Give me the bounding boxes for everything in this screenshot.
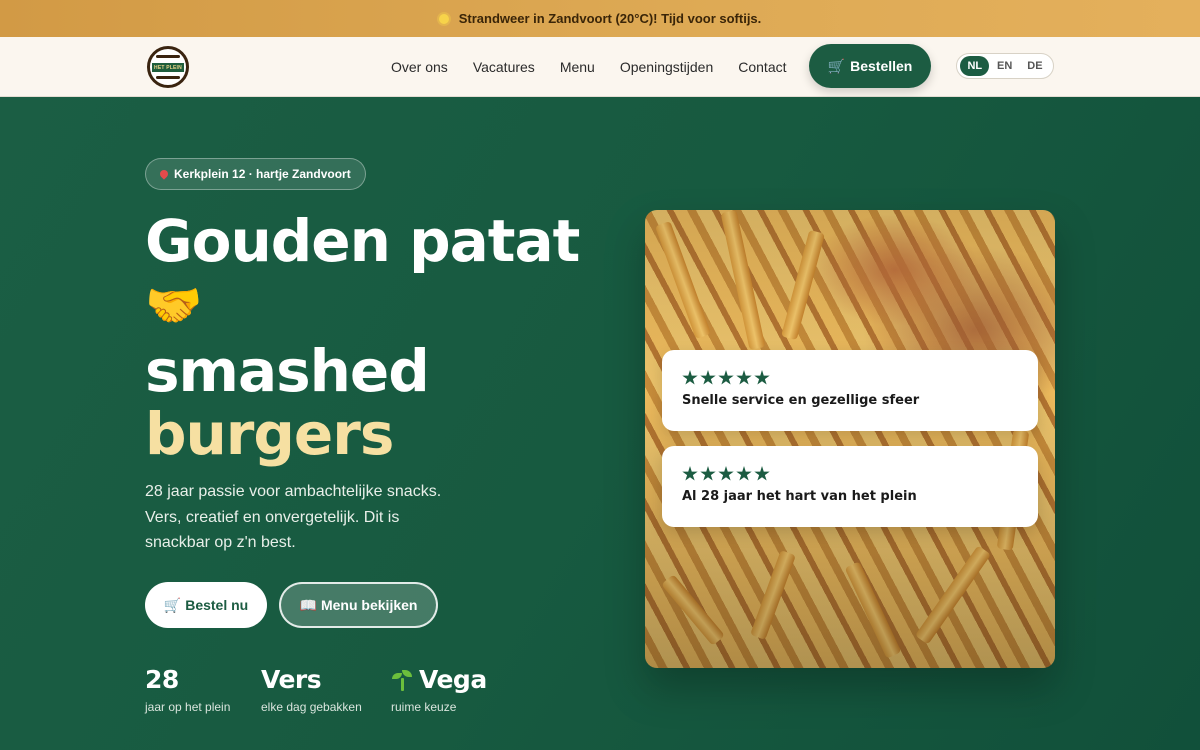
rating-stars — [682, 370, 1038, 386]
star-icon — [718, 370, 734, 385]
headline-line-3: burgers — [145, 400, 394, 468]
star-icon — [754, 466, 770, 481]
stat-value: 28 — [145, 665, 179, 694]
book-icon: 📖 — [299, 596, 317, 613]
star-icon — [682, 370, 698, 385]
star-icon — [700, 466, 716, 481]
nav-link-openingstijden[interactable]: Openingstijden — [620, 59, 713, 75]
stat-value-row: Vega — [391, 665, 487, 694]
hero-section: Kerkplein 12 · hartje Zandvoort Gouden p… — [0, 97, 1200, 750]
location-badge: Kerkplein 12 · hartje Zandvoort — [145, 158, 366, 190]
location-text: Kerkplein 12 · hartje Zandvoort — [174, 167, 351, 181]
review-text: Al 28 jaar het hart van het plein — [682, 489, 917, 504]
nav-link-contact[interactable]: Contact — [738, 59, 786, 75]
announcement-bar: Strandweer in Zandvoort (20°C)! Tijd voo… — [0, 0, 1200, 37]
headline-line-2: smashed — [145, 337, 430, 405]
announcement-text: Strandweer in Zandvoort (20°C)! Tijd voo… — [458, 11, 762, 26]
star-icon — [700, 370, 716, 385]
stat-caption: ruime keuze — [391, 700, 457, 714]
top-navigation: HET PLEIN Over ons Vacatures Menu Openin… — [0, 37, 1200, 97]
view-menu-label: Menu bekijken — [320, 597, 418, 613]
logo-banner: HET PLEIN — [152, 63, 184, 72]
star-icon — [682, 466, 698, 481]
stat-value: Vega — [419, 665, 487, 694]
logo-arc-bottom — [156, 76, 180, 79]
stat-caption: jaar op het plein — [145, 700, 231, 714]
logo[interactable]: HET PLEIN — [147, 46, 189, 88]
stat-years: 28 jaar op het plein — [145, 665, 230, 714]
hero-lead-text: 28 jaar passie voor ambachtelijke snacks… — [145, 483, 442, 551]
logo-text: HET PLEIN — [154, 64, 182, 71]
order-button[interactable]: 🛒 Bestellen — [809, 44, 931, 88]
nav-link-over-ons[interactable]: Over ons — [391, 59, 448, 75]
nav-link-vacatures[interactable]: Vacatures — [473, 59, 535, 75]
stat-value: Vers — [261, 665, 322, 694]
sprout-icon — [391, 669, 413, 691]
language-en[interactable]: EN — [990, 56, 1019, 76]
star-icon — [718, 466, 734, 481]
star-icon — [736, 466, 752, 481]
order-button-label: Bestellen — [850, 58, 913, 74]
cart-icon: 🛒 — [827, 57, 846, 74]
language-nl[interactable]: NL — [960, 56, 990, 76]
order-now-label: Bestel nu — [185, 597, 249, 613]
star-icon — [736, 370, 752, 385]
stat-fresh: Vers elke dag gebakken — [261, 665, 362, 714]
star-icon — [754, 370, 770, 385]
view-menu-button[interactable]: 📖 Menu bekijken — [279, 582, 438, 628]
handshake-icon: 🤝 — [145, 278, 202, 332]
map-pin-icon — [158, 168, 170, 180]
fries-photo — [645, 210, 1055, 668]
language-switcher: NL EN DE — [956, 53, 1054, 79]
review-card: Al 28 jaar het hart van het plein — [662, 446, 1038, 527]
review-text: Snelle service en gezellige sfeer — [682, 393, 920, 408]
order-now-button[interactable]: 🛒 Bestel nu — [145, 582, 267, 628]
review-card: Snelle service en gezellige sfeer — [662, 350, 1038, 431]
sun-icon — [438, 13, 449, 24]
headline-line-1: Gouden patat — [145, 207, 580, 275]
stat-caption: elke dag gebakken — [261, 700, 362, 714]
rating-stars — [682, 466, 1038, 482]
nav-links: Over ons Vacatures Menu Openingstijden C… — [391, 37, 812, 97]
cart-icon: 🛒 — [163, 596, 182, 613]
logo-arc-top — [156, 55, 180, 58]
stat-vega: Vega ruime keuze — [391, 665, 487, 714]
language-de[interactable]: DE — [1020, 56, 1049, 76]
nav-link-menu[interactable]: Menu — [560, 59, 595, 75]
